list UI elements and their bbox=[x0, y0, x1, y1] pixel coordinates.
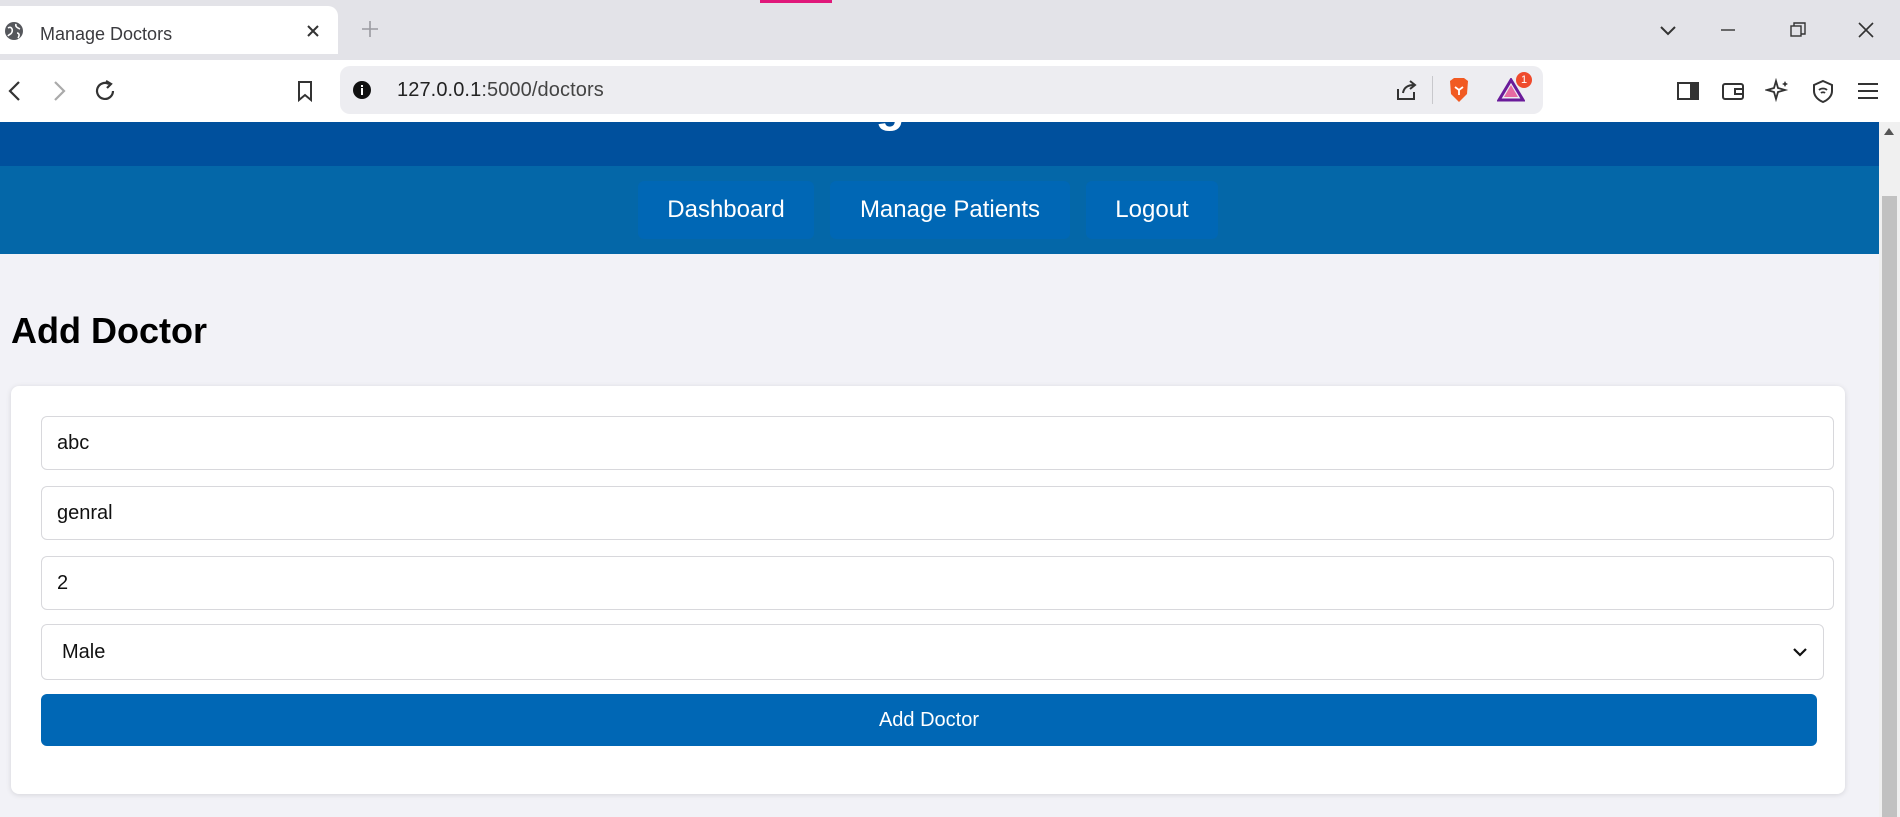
page-scrollbar[interactable] bbox=[1879, 122, 1900, 817]
tab-search-chevron-icon[interactable] bbox=[1656, 18, 1680, 42]
section-title: Add Doctor bbox=[11, 310, 207, 351]
gender-selected-value: Male bbox=[62, 641, 106, 663]
new-tab-icon[interactable] bbox=[358, 17, 382, 41]
browser-tab[interactable]: Manage Doctors bbox=[0, 6, 338, 54]
nav-bar: Dashboard Manage Patients Logout bbox=[0, 166, 1879, 254]
url-host: 127.0.0.1 bbox=[397, 79, 482, 101]
experience-input[interactable]: 2 bbox=[41, 556, 1834, 610]
minimize-icon[interactable] bbox=[1716, 18, 1740, 42]
nav-logout-button[interactable]: Logout bbox=[1086, 181, 1218, 239]
reload-icon[interactable] bbox=[92, 78, 118, 104]
tab-accent-line bbox=[760, 0, 832, 3]
url-divider bbox=[1432, 76, 1433, 104]
leo-ai-icon[interactable] bbox=[1765, 78, 1791, 104]
browser-toolbar: 127.0.0.1:5000/doctors 1 bbox=[0, 60, 1900, 122]
wallet-icon[interactable] bbox=[1720, 78, 1746, 104]
brave-shields-icon[interactable] bbox=[1446, 76, 1472, 104]
menu-icon[interactable] bbox=[1855, 78, 1881, 104]
forward-icon[interactable] bbox=[46, 78, 72, 104]
add-doctor-form: abc genral 2 Male Add Doctor bbox=[11, 386, 1845, 794]
tab-title: Manage Doctors bbox=[40, 24, 173, 44]
chevron-down-icon bbox=[1793, 648, 1807, 657]
globe-icon bbox=[5, 22, 23, 40]
page-viewport: Manage Doctors Dashboard Manage Patients… bbox=[0, 122, 1879, 817]
bookmark-icon[interactable] bbox=[292, 78, 318, 104]
site-info-icon[interactable] bbox=[352, 80, 372, 100]
back-icon[interactable] bbox=[2, 78, 28, 104]
rewards-badge: 1 bbox=[1516, 72, 1532, 88]
vpn-shield-icon[interactable] bbox=[1810, 78, 1836, 104]
close-tab-icon[interactable] bbox=[302, 20, 324, 42]
restore-icon[interactable] bbox=[1786, 18, 1810, 42]
scrollbar-thumb[interactable] bbox=[1882, 196, 1897, 817]
gender-select[interactable]: Male bbox=[41, 624, 1824, 680]
address-bar[interactable]: 127.0.0.1:5000/doctors bbox=[340, 66, 1543, 114]
url-text[interactable]: 127.0.0.1:5000/doctors bbox=[397, 79, 604, 102]
page-header-title: Manage Doctors bbox=[0, 122, 1879, 133]
nav-manage-patients-button[interactable]: Manage Patients bbox=[830, 181, 1070, 239]
close-window-icon[interactable] bbox=[1854, 18, 1878, 42]
add-doctor-button[interactable]: Add Doctor bbox=[41, 694, 1817, 746]
sidebar-icon[interactable] bbox=[1675, 78, 1701, 104]
scroll-up-arrow-icon[interactable] bbox=[1884, 128, 1894, 135]
specialization-input[interactable]: genral bbox=[41, 486, 1834, 540]
share-icon[interactable] bbox=[1394, 77, 1420, 103]
doctor-name-input[interactable]: abc bbox=[41, 416, 1834, 470]
page-header: Manage Doctors bbox=[0, 122, 1879, 166]
browser-tab-strip: Manage Doctors bbox=[0, 0, 1900, 60]
nav-dashboard-button[interactable]: Dashboard bbox=[638, 181, 814, 239]
url-path: :5000/doctors bbox=[481, 79, 604, 101]
